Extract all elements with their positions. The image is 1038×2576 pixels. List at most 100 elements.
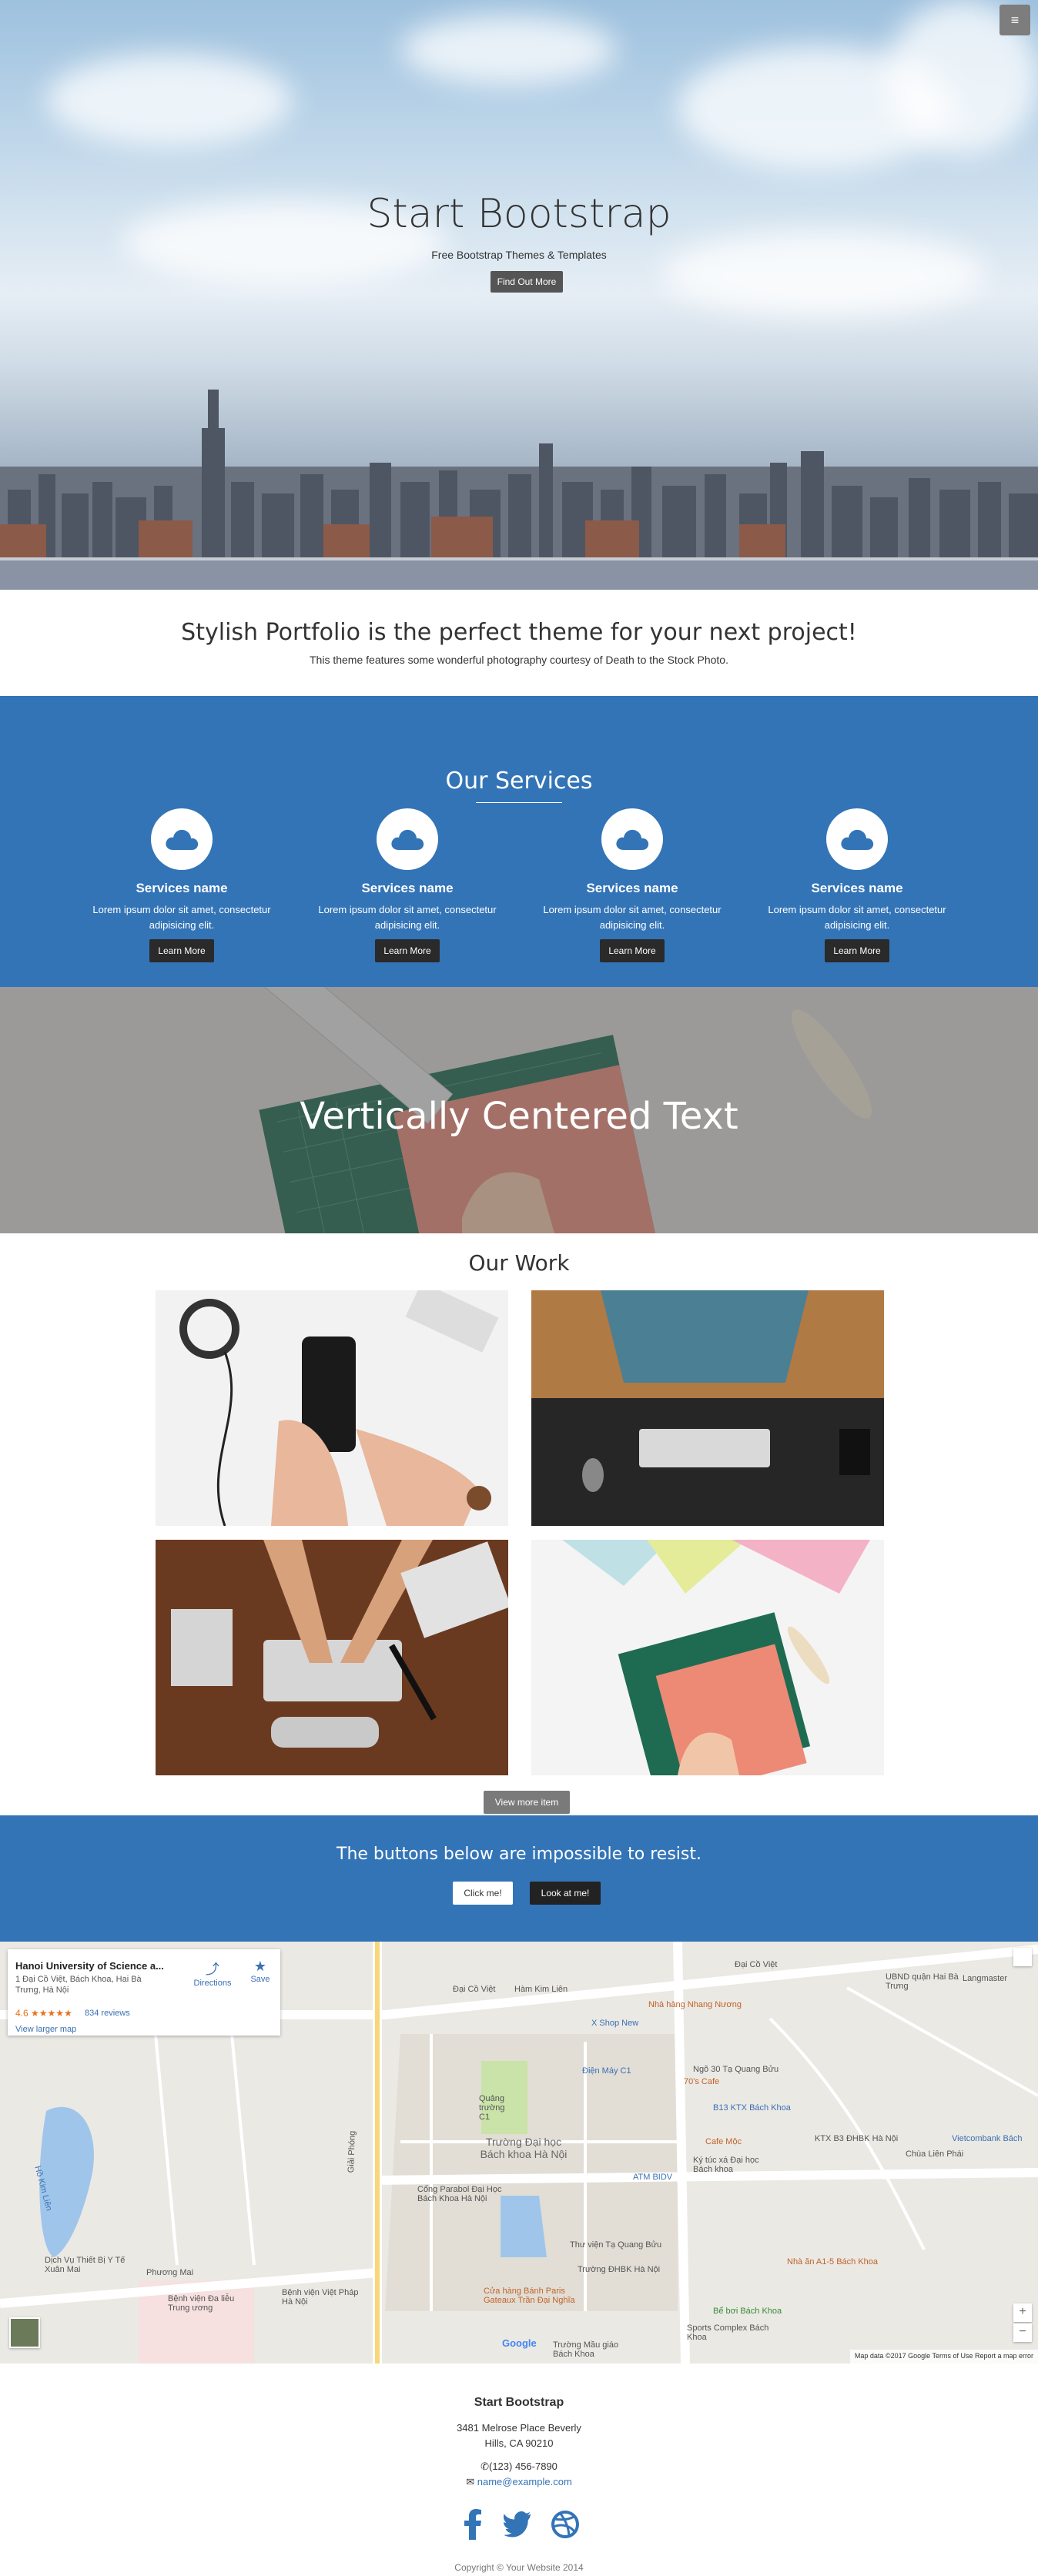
menu-toggle-button[interactable]: ≡ <box>999 5 1030 35</box>
service-item: Services name Lorem ipsum dolor sit amet… <box>536 808 728 962</box>
place-address: 1 Đại Cồ Việt, Bách Khoa, Hai Bà Trưng, … <box>15 1975 142 1995</box>
find-out-more-button[interactable]: Find Out More <box>491 271 563 293</box>
service-item: Services name Lorem ipsum dolor sit amet… <box>85 808 278 962</box>
learn-more-button[interactable]: Learn More <box>825 939 889 962</box>
map-label: Sports Complex Bách Khoa <box>687 2323 769 2342</box>
portfolio-section: Our Work View more item <box>0 1233 1038 1815</box>
map-label: Hàm Kim Liên <box>514 1985 568 1994</box>
hamburger-icon: ≡ <box>1010 12 1020 28</box>
facebook-icon[interactable] <box>457 2508 489 2541</box>
twitter-icon[interactable] <box>503 2508 535 2541</box>
directions-button[interactable]: ⤴ Directions <box>189 1959 236 1988</box>
map-label: Bệnh viện Việt Pháp Hà Nội <box>282 2288 359 2307</box>
satellite-toggle[interactable] <box>9 2317 40 2348</box>
cloud-shape <box>400 15 616 85</box>
service-title: Services name <box>361 881 454 895</box>
rating-value: 4.6 <box>15 2008 28 2019</box>
zoom-in-button[interactable]: + <box>1013 2303 1032 2322</box>
map-attribution: Map data ©2017 Google Terms of Use Repor… <box>849 2350 1038 2364</box>
map-label: Đại Cồ Việt <box>735 1960 778 1969</box>
service-item: Services name Lorem ipsum dolor sit amet… <box>761 808 953 962</box>
service-text: Lorem ipsum dolor sit amet, consectetur … <box>318 904 497 931</box>
rating-stars-icon: ★★★★★ <box>31 2008 72 2019</box>
service-circle <box>377 808 438 870</box>
cloud-icon <box>166 829 199 850</box>
hero-section: ≡ Start Bootstrap Free Bootstrap Themes … <box>0 0 1038 590</box>
pegman-icon[interactable] <box>1013 1948 1032 1966</box>
portfolio-image <box>156 1290 508 1526</box>
phone-icon: ✆ <box>480 2461 489 2472</box>
service-text: Lorem ipsum dolor sit amet, consectetur … <box>92 904 271 931</box>
service-circle <box>601 808 663 870</box>
service-text: Lorem ipsum dolor sit amet, consectetur … <box>543 904 722 931</box>
portfolio-item-phone[interactable] <box>156 1290 508 1526</box>
map-label: Ký túc xá Đại học Bách khoa <box>693 2156 759 2174</box>
save-label: Save <box>250 1975 270 1984</box>
portfolio-heading: Our Work <box>468 1250 570 1276</box>
footer-address-line1: 3481 Melrose Place Beverly <box>457 2422 581 2434</box>
about-section: Stylish Portfolio is the perfect theme f… <box>0 590 1038 696</box>
map-label: Langmaster <box>963 1974 1008 1983</box>
email-link[interactable]: name@example.com <box>477 2476 572 2487</box>
map-label: Trường Mầu giáo Bách Khoa <box>553 2340 619 2359</box>
zoom-out-button[interactable]: − <box>1013 2323 1032 2342</box>
look-at-me-button[interactable]: Look at me! <box>530 1882 601 1905</box>
about-text: This theme features some wonderful photo… <box>310 654 728 666</box>
footer-title: Start Bootstrap <box>474 2396 564 2409</box>
map-label: KTX B3 ĐHBK Hà Nội <box>815 2134 899 2143</box>
service-title: Services name <box>136 881 228 895</box>
portfolio-item-keyboard[interactable] <box>531 1290 884 1526</box>
reviews-link[interactable]: 834 reviews <box>85 2009 130 2018</box>
click-me-button[interactable]: Click me! <box>453 1882 513 1905</box>
map-place-card: Hanoi University of Science a... 1 Đại C… <box>8 1949 280 2036</box>
social-links <box>0 2508 1038 2541</box>
callout-section: Vertically Centered Text <box>0 987 1038 1233</box>
copyright: Copyright © Your Website 2014 <box>454 2562 584 2573</box>
portfolio-item-cutting-mat[interactable] <box>531 1540 884 1775</box>
map-label: Giải Phóng <box>347 2130 357 2173</box>
view-larger-map-link[interactable]: View larger map <box>15 2025 76 2034</box>
portfolio-item-typing[interactable] <box>156 1540 508 1775</box>
service-circle <box>826 808 888 870</box>
learn-more-button[interactable]: Learn More <box>600 939 665 962</box>
cloud-icon <box>616 829 649 850</box>
view-more-button[interactable]: View more item <box>484 1791 570 1814</box>
map-label: Trường Đại học Bách khoa Hà Nội <box>480 2136 568 2160</box>
map-label: Đại Cồ Việt <box>453 1985 496 1994</box>
map-label: Điện Máy C1 <box>582 2066 631 2076</box>
map-label: Cửa hàng Bánh Paris Gateaux Trần Đại Ngh… <box>484 2287 575 2305</box>
cloud-shape <box>46 54 293 146</box>
directions-icon: ⤴ <box>206 1962 219 1977</box>
map-label: Thư viện Tạ Quang Bửu <box>570 2240 662 2250</box>
portfolio-image <box>531 1540 884 1775</box>
map-label: Nhà ăn A1-5 Bách Khoa <box>787 2257 879 2267</box>
services-divider <box>476 802 562 803</box>
map-label: UBND quận Hai Bà Trưng <box>886 1972 959 1991</box>
map-label: Nhà hàng Nhang Nương <box>648 2000 742 2009</box>
map-label: Ngõ 30 Tạ Quang Bửu <box>693 2065 779 2074</box>
dribbble-icon[interactable] <box>549 2508 581 2541</box>
hero-title: Start Bootstrap <box>367 191 671 237</box>
map-label: ATM BIDV <box>633 2173 673 2182</box>
google-map[interactable]: Hanoi University of Science a... 1 Đại C… <box>0 1942 1038 2364</box>
footer-email: ✉ name@example.com <box>0 2474 1038 2490</box>
learn-more-button[interactable]: Learn More <box>375 939 440 962</box>
learn-more-button[interactable]: Learn More <box>149 939 214 962</box>
hero-subtitle: Free Bootstrap Themes & Templates <box>431 249 607 261</box>
save-button[interactable]: ★ Save <box>243 1959 277 1984</box>
envelope-icon: ✉ <box>466 2476 475 2487</box>
map-label: Cổng Parabol Đại Học Bách Khoa Hà Nội <box>417 2185 502 2203</box>
map-label: 70's Cafe <box>684 2077 720 2086</box>
cloud-shape <box>662 231 986 316</box>
service-text: Lorem ipsum dolor sit amet, consectetur … <box>768 904 946 931</box>
cta-heading: The buttons below are impossible to resi… <box>337 1845 701 1864</box>
map-label: Trường ĐHBK Hà Nội <box>578 2265 661 2274</box>
google-logo: Google <box>502 2337 537 2349</box>
service-title: Services name <box>811 881 903 895</box>
phone-number: (123) 456-7890 <box>489 2461 558 2472</box>
map-label: Cafe Mộc <box>705 2137 742 2146</box>
call-to-action-section: The buttons below are impossible to resi… <box>0 1815 1038 1942</box>
services-heading: Our Services <box>445 768 593 795</box>
map-label: Chùa Liên Phái <box>906 2149 964 2159</box>
service-item: Services name Lorem ipsum dolor sit amet… <box>311 808 504 962</box>
